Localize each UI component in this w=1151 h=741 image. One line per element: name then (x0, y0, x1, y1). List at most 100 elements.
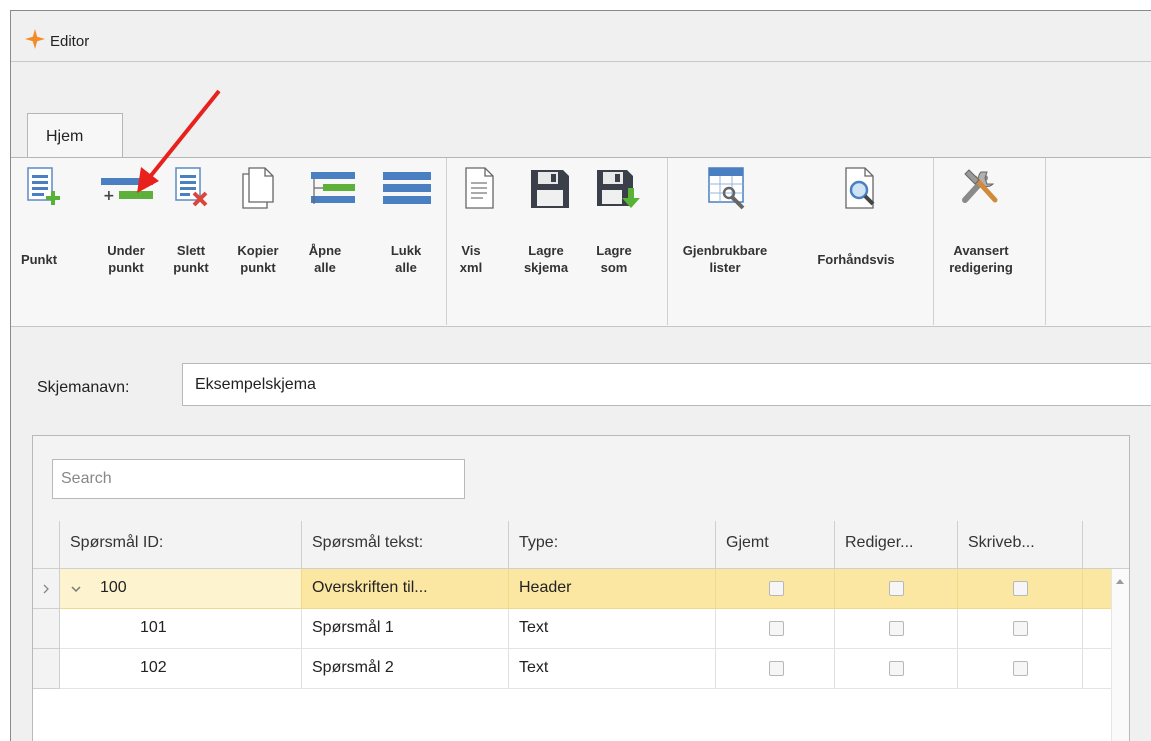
kopier-label-2: punkt (240, 260, 276, 275)
lagre-som-button[interactable]: Lagre som (579, 158, 651, 318)
punkt-button[interactable]: Punkt (11, 158, 67, 318)
cell-gjemt (716, 649, 835, 689)
cell-skriveb (958, 609, 1083, 649)
gjenbruk-label-2: lister (709, 260, 741, 275)
skriveb-checkbox[interactable] (1013, 621, 1028, 636)
row-selector-header (33, 521, 60, 569)
lukk-alle-button[interactable]: Lukk alle (369, 158, 443, 318)
column-header-text[interactable]: Spørsmål tekst: (302, 521, 509, 569)
lagresom-label-2: som (600, 260, 628, 275)
add-item-icon (27, 167, 60, 205)
svg-text:+: + (103, 188, 115, 204)
column-header-rediger[interactable]: Rediger... (835, 521, 958, 569)
punkt-label: Punkt (20, 252, 58, 267)
lukk-label-1: Lukk (390, 243, 422, 258)
ribbon-separator (1045, 158, 1046, 325)
cell-id-value: 100 (100, 579, 127, 596)
cell-filler (1083, 609, 1114, 649)
gjenbrukbare-lister-button[interactable]: Gjenbrukbare lister (671, 158, 775, 318)
apne-alle-button[interactable]: Åpne alle (295, 158, 355, 318)
cell-rediger (835, 609, 958, 649)
cell-gjemt (716, 609, 835, 649)
vis-xml-button[interactable]: Vis xml (449, 158, 509, 318)
cell-rediger (835, 569, 958, 609)
cell-skriveb (958, 569, 1083, 609)
row-selector[interactable] (33, 569, 60, 609)
ribbon-separator (933, 158, 934, 325)
cell-rediger (835, 649, 958, 689)
grid-toolbar (33, 436, 1129, 521)
row-selector[interactable] (33, 649, 60, 689)
skriveb-checkbox[interactable] (1013, 581, 1028, 596)
lagreskjema-label-2: skjema (523, 260, 569, 275)
visxml-label-2: xml (459, 260, 483, 275)
cell-type[interactable]: Text (509, 609, 716, 649)
cell-gjemt (716, 569, 835, 609)
ribbon-separator (667, 158, 668, 325)
column-header-type[interactable]: Type: (509, 521, 716, 569)
table-row[interactable]: 101 Spørsmål 1 Text (33, 609, 1114, 649)
gjemt-checkbox[interactable] (769, 581, 784, 596)
tools-icon (962, 169, 998, 203)
table-row[interactable]: 102 Spørsmål 2 Text (33, 649, 1114, 689)
forhandsvis-button[interactable]: Forhåndsvis (801, 158, 911, 318)
kopier-punkt-button[interactable]: Kopier punkt (225, 158, 291, 318)
search-input[interactable] (52, 459, 465, 499)
cell-id[interactable]: 102 (60, 649, 302, 689)
tab-hjem[interactable]: Hjem (27, 113, 123, 158)
app-star-icon (25, 29, 45, 49)
rediger-checkbox[interactable] (889, 581, 904, 596)
rediger-checkbox[interactable] (889, 661, 904, 676)
cell-type[interactable]: Header (509, 569, 716, 609)
row-selector[interactable] (33, 609, 60, 649)
lagreskjema-label-1: Lagre (528, 243, 564, 258)
annotation-arrow-icon (137, 89, 221, 193)
tab-hjem-label: Hjem (46, 128, 84, 145)
avansert-redigering-button[interactable]: Avansert redigering (935, 158, 1027, 318)
ribbon-separator (446, 158, 447, 325)
gjemt-checkbox[interactable] (769, 661, 784, 676)
cell-id[interactable]: 101 (60, 609, 302, 649)
vertical-scrollbar[interactable] (1111, 569, 1129, 741)
cell-text[interactable]: Spørsmål 2 (302, 649, 509, 689)
lagresom-label-1: Lagre (596, 243, 632, 258)
cell-filler (1083, 569, 1114, 609)
skriveb-checkbox[interactable] (1013, 661, 1028, 676)
apne-label-2: alle (314, 260, 336, 275)
column-header-skriveb[interactable]: Skriveb... (958, 521, 1083, 569)
avansert-label-1: Avansert (953, 243, 1009, 258)
reusable-lists-icon (708, 167, 745, 210)
column-header-id[interactable]: Spørsmål ID: (60, 521, 302, 569)
title-bar: Editor (11, 11, 1151, 62)
chevron-down-icon[interactable] (70, 584, 82, 594)
cell-skriveb (958, 649, 1083, 689)
questions-grid: Spørsmål ID: Spørsmål tekst: Type: Gjemt… (32, 435, 1130, 741)
copy-icon (242, 167, 274, 209)
table-row[interactable]: 100 Overskriften til... Header (33, 569, 1114, 609)
column-header-gjemt[interactable]: Gjemt (716, 521, 835, 569)
scroll-up-icon[interactable] (1115, 577, 1125, 585)
kopier-label-1: Kopier (237, 243, 279, 258)
underpunkt-label-2: punkt (108, 260, 144, 275)
apne-label-1: Åpne (308, 243, 342, 258)
window-title: Editor (50, 33, 90, 50)
gjemt-checkbox[interactable] (769, 621, 784, 636)
rediger-checkbox[interactable] (889, 621, 904, 636)
cell-text[interactable]: Spørsmål 1 (302, 609, 509, 649)
cell-filler (1083, 649, 1114, 689)
xml-document-icon (465, 167, 494, 209)
column-header-filler (1083, 521, 1129, 569)
save-as-icon (597, 170, 640, 208)
row-indicator-icon (43, 584, 49, 594)
slett-label-2: punkt (173, 260, 209, 275)
skjemanavn-input[interactable] (182, 363, 1151, 406)
skjemanavn-label: Skjemanavn: (37, 379, 130, 396)
lagre-skjema-button[interactable]: Lagre skjema (511, 158, 577, 318)
cell-text[interactable]: Overskriften til... (302, 569, 509, 609)
preview-icon (845, 167, 875, 209)
cell-type[interactable]: Text (509, 649, 716, 689)
collapse-all-icon (383, 172, 431, 204)
forhandsvis-label: Forhåndsvis (817, 252, 895, 267)
underpunkt-label-1: Under (107, 243, 145, 258)
cell-id[interactable]: 100 (60, 569, 302, 609)
